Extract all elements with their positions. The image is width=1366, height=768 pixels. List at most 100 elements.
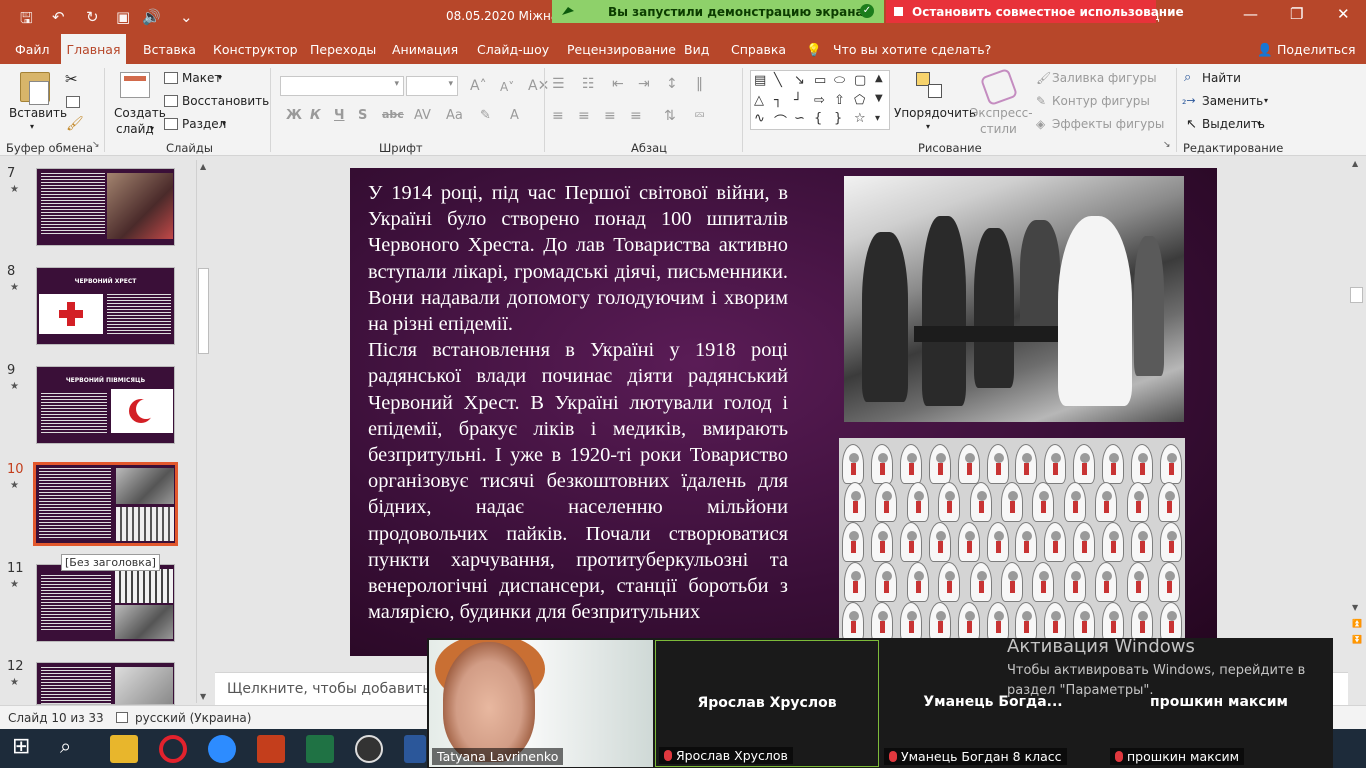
- tab-review[interactable]: Рецензирование: [567, 42, 676, 57]
- font-color-icon[interactable]: A: [510, 108, 519, 123]
- clear-format-icon[interactable]: A✕: [528, 78, 549, 94]
- shape-fill-icon[interactable]: 🖌: [1036, 71, 1051, 85]
- connector-shape-icon[interactable]: ┐: [774, 93, 782, 108]
- new-slide-dropdown-icon[interactable]: ▾: [150, 124, 154, 133]
- participant-tile-self[interactable]: Tatyana Lavrinenko: [429, 640, 653, 767]
- font-size-box[interactable]: ▾: [406, 76, 458, 96]
- participant-tile-2[interactable]: Ярослав Хруслов Ярослав Хруслов: [655, 640, 879, 767]
- brace-left-shape-icon[interactable]: {: [814, 111, 822, 126]
- brace-right-shape-icon[interactable]: }: [834, 111, 842, 126]
- shapes-gallery[interactable]: ▤ ╲ ↘ ▭ ⬭ ▢ △ ┐ ┘ ⇨ ⇧ ⬠ ∿ ⌒ ∽ { } ☆ ▲ ▼ …: [750, 70, 890, 130]
- italic-button[interactable]: К: [310, 108, 321, 123]
- curve-shape-icon[interactable]: ∿: [754, 111, 765, 126]
- rounded-rect-shape-icon[interactable]: ▢: [854, 73, 866, 88]
- bullets-icon[interactable]: ☰: [552, 76, 565, 92]
- paste-icon[interactable]: [20, 72, 50, 105]
- line-spacing-icon[interactable]: ↕: [666, 76, 678, 92]
- tab-view[interactable]: Вид: [684, 42, 709, 57]
- increase-indent-icon[interactable]: ⇥: [638, 76, 650, 92]
- current-slide[interactable]: У 1914 році, під час Першої світової вій…: [350, 168, 1217, 656]
- maximize-icon[interactable]: ❐: [1290, 5, 1303, 23]
- customize-toolbar-icon[interactable]: ⌄: [180, 8, 193, 26]
- select-icon[interactable]: ↖: [1186, 117, 1197, 132]
- slide-scrollbar[interactable]: ▲ ▼ ⏫ ⏬: [1348, 157, 1366, 705]
- rectangle-shape-icon[interactable]: ▭: [814, 73, 826, 88]
- gallery-up-icon[interactable]: ▲: [875, 73, 883, 84]
- shape-effects-icon[interactable]: ◈: [1036, 117, 1045, 131]
- select-dropdown-icon[interactable]: ▾: [1257, 119, 1261, 128]
- scrollbar-thumb[interactable]: [198, 268, 209, 354]
- slideshow-start-icon[interactable]: ▣: [116, 8, 130, 26]
- star-shape-icon[interactable]: ☆: [854, 111, 866, 126]
- right-arrow-shape-icon[interactable]: ⇨: [814, 93, 825, 108]
- justify-icon[interactable]: ≡: [630, 108, 642, 124]
- language-indicator[interactable]: русский (Украина): [135, 711, 251, 725]
- previous-slide-icon[interactable]: ⏫: [1352, 619, 1362, 628]
- layout-dropdown-icon[interactable]: ▾: [218, 73, 222, 82]
- photo-red-cross-nurses[interactable]: [839, 438, 1185, 656]
- scroll-down-icon[interactable]: ▼: [1352, 603, 1358, 612]
- quick-styles-button-line2[interactable]: стили: [980, 122, 1017, 136]
- slide-thumbnail-10[interactable]: [33, 462, 178, 546]
- smartart-icon[interactable]: ⮹: [694, 108, 705, 124]
- find-button[interactable]: Найти: [1202, 71, 1241, 85]
- shape-outline-icon[interactable]: ✎: [1036, 94, 1046, 108]
- layout-button[interactable]: Макет: [182, 71, 221, 85]
- grow-font-icon[interactable]: A˄: [470, 78, 487, 94]
- triangle-shape-icon[interactable]: △: [754, 93, 764, 108]
- save-icon[interactable]: 🖫: [20, 8, 33, 33]
- arrange-dropdown-icon[interactable]: ▾: [926, 122, 930, 131]
- tab-help[interactable]: Справка: [731, 42, 786, 57]
- format-painter-icon[interactable]: 🖌: [66, 116, 84, 132]
- slide-body-text[interactable]: У 1914 році, під час Першої світової вій…: [368, 180, 788, 625]
- scrollbar-thumb[interactable]: [1350, 287, 1363, 303]
- new-slide-icon[interactable]: [120, 72, 150, 98]
- thumbnails-scrollbar[interactable]: ▲ ▼: [196, 160, 210, 703]
- slide-thumbnail-8[interactable]: ЧЕРВОНИЙ ХРЕСТ: [36, 267, 175, 345]
- slide-thumbnail-11[interactable]: [36, 564, 175, 642]
- replace-button[interactable]: Заменить: [1202, 94, 1263, 108]
- arrange-icon[interactable]: [916, 72, 944, 100]
- audio-icon[interactable]: 🔊: [142, 8, 161, 26]
- tab-transitions[interactable]: Переходы: [310, 42, 376, 57]
- slide-counter[interactable]: Слайд 10 из 33: [8, 711, 104, 725]
- windows-start-icon[interactable]: ⊞: [12, 734, 40, 762]
- excel-icon[interactable]: [306, 735, 334, 763]
- freeform-shape-icon[interactable]: ⌒: [774, 111, 787, 130]
- scribble-shape-icon[interactable]: ∽: [794, 111, 805, 126]
- section-button[interactable]: Раздел: [182, 117, 226, 131]
- scroll-down-icon[interactable]: ▼: [200, 692, 206, 701]
- slide-thumbnail-9[interactable]: ЧЕРВОНИЙ ПІВМІСЯЦЬ: [36, 366, 175, 444]
- spellcheck-icon[interactable]: [116, 712, 128, 723]
- highlight-icon[interactable]: ✎: [480, 108, 491, 123]
- replace-dropdown-icon[interactable]: ▾: [1264, 96, 1268, 105]
- align-left-icon[interactable]: ≡: [552, 108, 564, 124]
- tab-design[interactable]: Конструктор: [213, 42, 298, 57]
- decrease-indent-icon[interactable]: ⇤: [612, 76, 624, 92]
- bold-button[interactable]: Ж: [286, 108, 302, 123]
- powerpoint-icon[interactable]: [257, 735, 285, 763]
- slide-thumbnail-12[interactable]: [36, 662, 175, 705]
- next-slide-icon[interactable]: ⏬: [1352, 635, 1362, 644]
- tab-file[interactable]: Файл: [15, 42, 50, 57]
- find-icon[interactable]: ⌕: [1184, 70, 1191, 85]
- columns-icon[interactable]: ‖: [696, 76, 703, 92]
- search-icon[interactable]: ⌕: [60, 734, 88, 762]
- strikethrough-button[interactable]: abc: [382, 108, 404, 121]
- text-direction-icon[interactable]: ⇅: [664, 108, 676, 124]
- shadow-button[interactable]: S: [358, 108, 367, 123]
- copy-icon[interactable]: [66, 96, 80, 108]
- scroll-up-icon[interactable]: ▲: [200, 162, 206, 171]
- zoom-icon[interactable]: [208, 735, 236, 763]
- gallery-down-icon[interactable]: ▼: [875, 93, 883, 104]
- line-shape-icon[interactable]: ╲: [774, 73, 782, 88]
- shape-effects-button[interactable]: Эффекты фигуры: [1052, 117, 1164, 131]
- numbering-icon[interactable]: ☷: [582, 76, 595, 92]
- select-button[interactable]: Выделить: [1202, 117, 1265, 131]
- new-slide-button[interactable]: Создать: [114, 106, 166, 120]
- minimize-icon[interactable]: —: [1243, 5, 1258, 23]
- quick-styles-icon[interactable]: [979, 67, 1019, 107]
- pentagon-shape-icon[interactable]: ⬠: [854, 93, 865, 108]
- redo-icon[interactable]: ↻: [86, 8, 99, 26]
- media-player-icon[interactable]: [355, 735, 383, 763]
